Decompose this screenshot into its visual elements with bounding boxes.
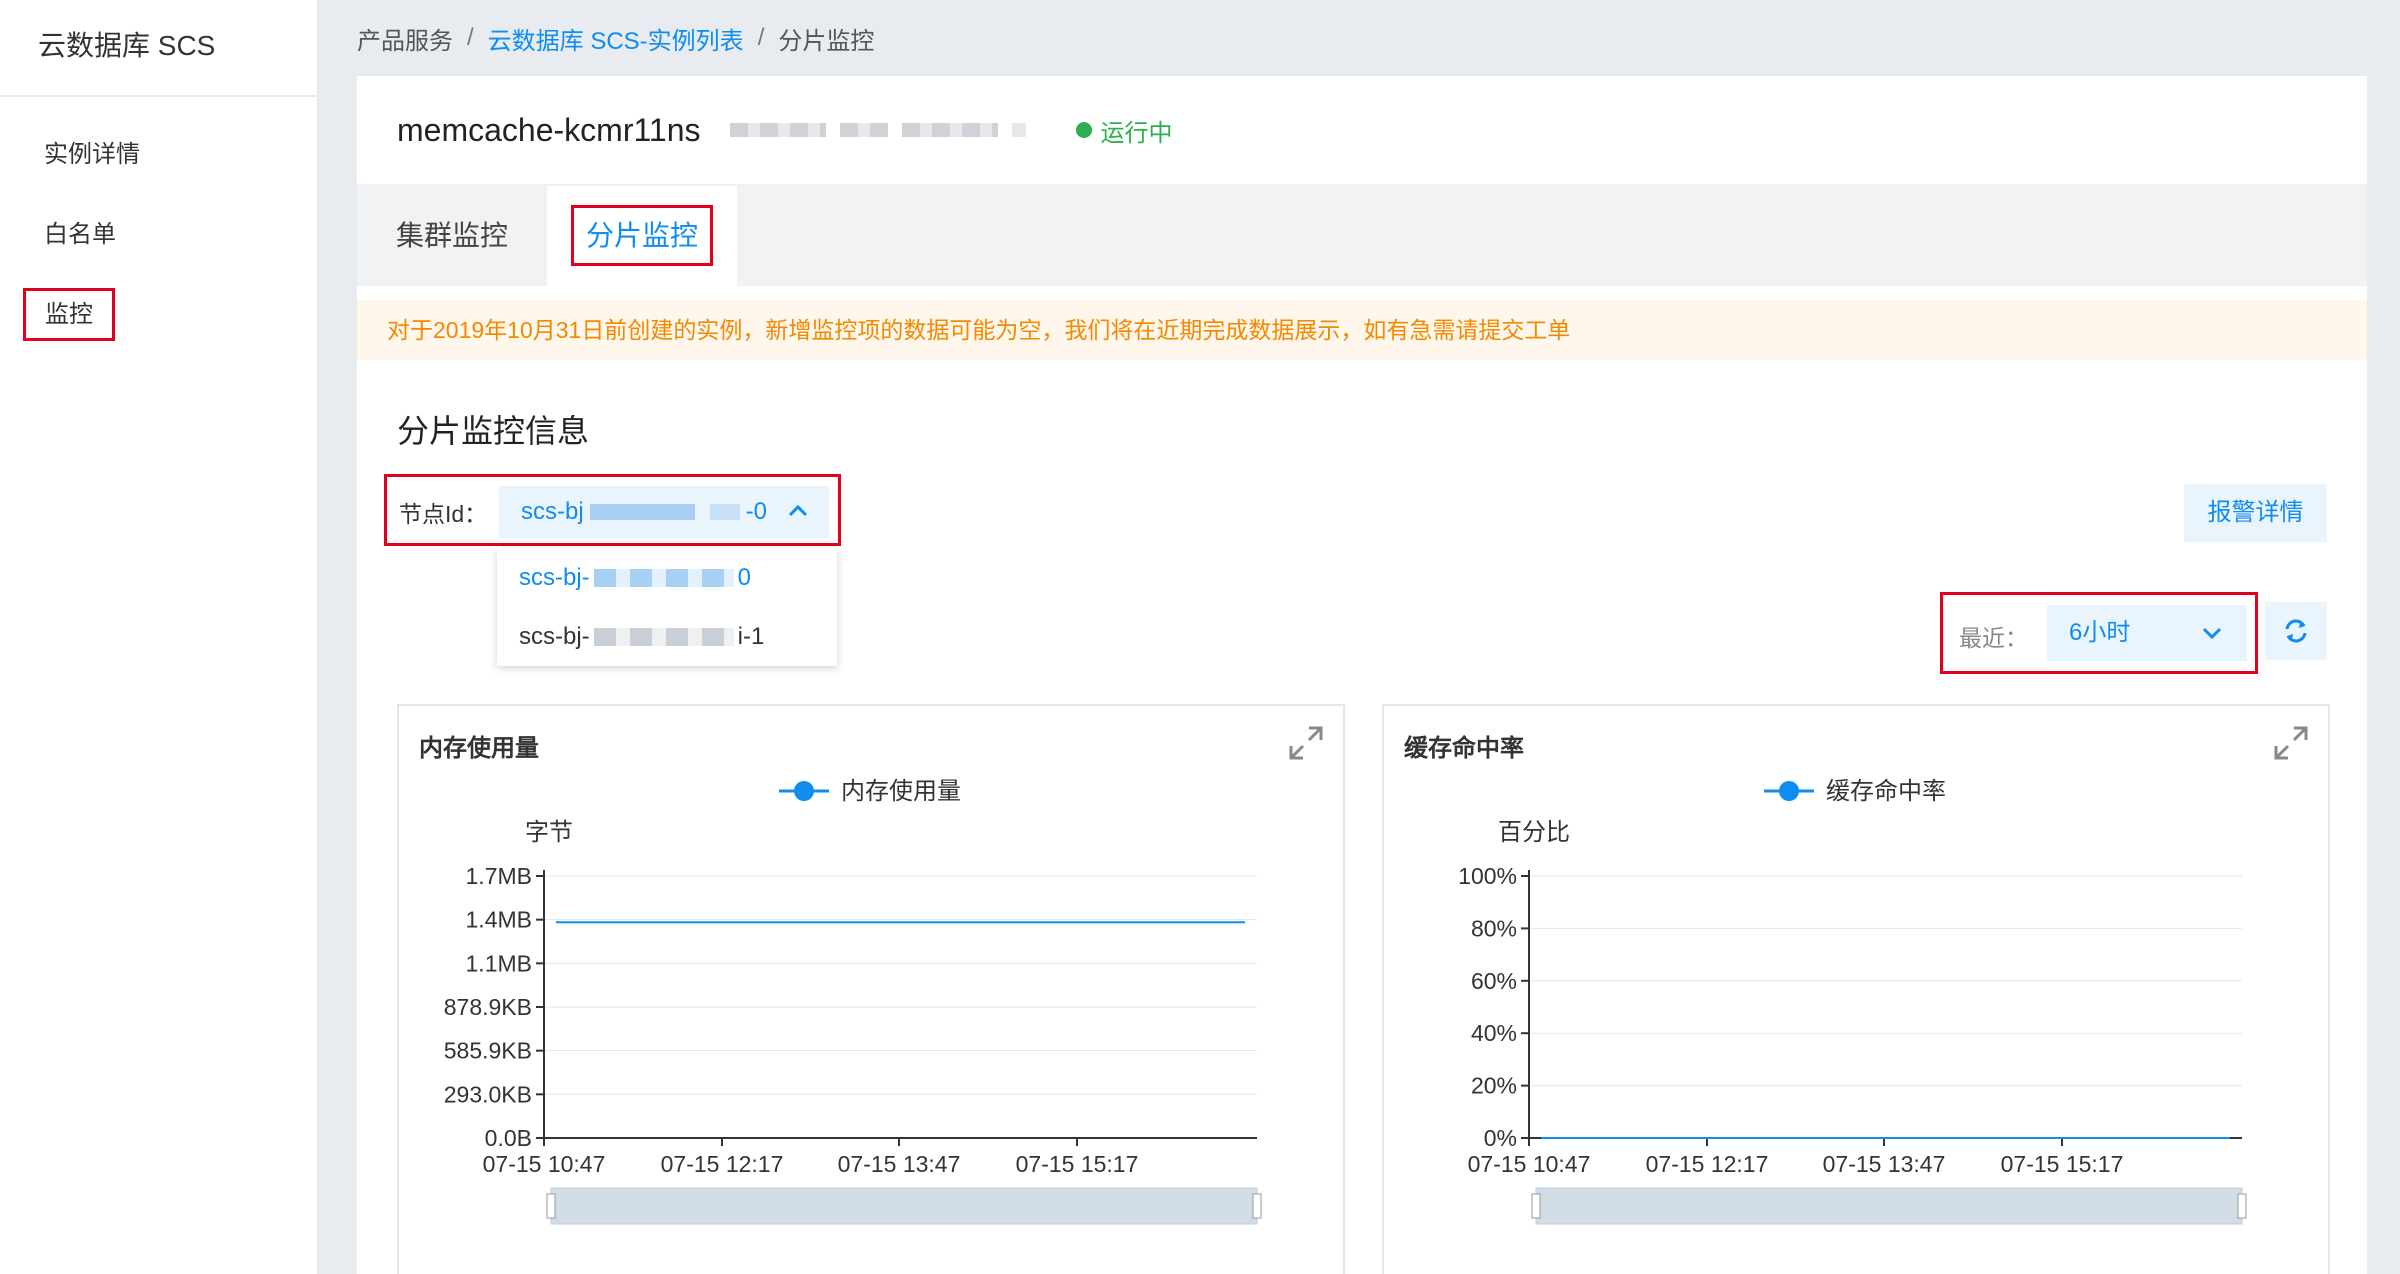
tab-label: 分片监控 bbox=[570, 205, 713, 266]
x-tick-label: 07-15 13:47 bbox=[838, 1151, 961, 1177]
y-tick-label: 0.0B bbox=[485, 1125, 532, 1151]
y-tick-label: 878.9KB bbox=[444, 994, 532, 1020]
sidebar-item-monitor[interactable]: 监控 bbox=[0, 275, 317, 355]
refresh-icon bbox=[2285, 619, 2307, 643]
breadcrumb-link-instance-list[interactable]: 云数据库 SCS-实例列表 bbox=[488, 21, 744, 56]
zoom-slider-selection bbox=[551, 1188, 1257, 1224]
redacted-instance-info bbox=[730, 123, 1027, 137]
breadcrumb-root: 产品服务 bbox=[357, 27, 453, 55]
y-tick-label: 60% bbox=[1471, 968, 1517, 994]
time-range-value: 6小时 bbox=[2069, 619, 2131, 646]
sidebar-item-label: 实例详情 bbox=[44, 141, 140, 168]
node-selector-group: 节点Id： scs-bj -0 bbox=[384, 474, 841, 546]
node-option-0[interactable]: scs-bj- 0 bbox=[497, 548, 837, 607]
breadcrumb-current: 分片监控 bbox=[778, 27, 875, 55]
chart-card-hitrate: 缓存命中率 缓存命中率百分比 0% 20% 40% 60% 80% 100% 07-15 10… bbox=[1382, 704, 2330, 1274]
y-tick-label: 1.1MB bbox=[466, 950, 532, 976]
x-tick-label: 07-15 10:47 bbox=[483, 1151, 606, 1177]
y-tick-label: 293.0KB bbox=[444, 1081, 532, 1107]
zoom-slider-selection bbox=[1536, 1188, 2242, 1224]
y-tick-label: 80% bbox=[1471, 915, 1517, 941]
sidebar-item-label: 监控 bbox=[23, 288, 115, 341]
y-tick-label: 1.7MB bbox=[466, 863, 532, 889]
node-option-suffix: i-1 bbox=[737, 623, 765, 650]
x-tick-label: 07-15 10:47 bbox=[1468, 1151, 1591, 1177]
y-unit-label: 百分比 bbox=[1498, 819, 1570, 846]
redacted-node-id bbox=[593, 627, 734, 646]
sidebar: 云数据库 SCS 实例详情 白名单 监控 bbox=[0, 0, 318, 1274]
notice-banner: 对于2019年10月31日前创建的实例，新增监控项的数据可能为空，我们将在近期完… bbox=[357, 300, 2367, 360]
zoom-handle-right bbox=[2237, 1193, 2247, 1219]
memory-chart: 内存使用量字节 0.0B 293.0KB 585.9KB 878.9KB 1.1MB 1.4… bbox=[444, 778, 1262, 1225]
node-select-prefix: scs-bj bbox=[521, 498, 584, 525]
refresh-button[interactable] bbox=[2265, 602, 2327, 660]
legend-label: 内存使用量 bbox=[841, 778, 961, 805]
tab-cluster-monitor[interactable]: 集群监控 bbox=[357, 186, 547, 286]
time-range-group: 最近： 6小时 bbox=[1940, 592, 2258, 674]
node-option-1[interactable]: scs-bj- i-1 bbox=[497, 607, 837, 666]
breadcrumb: 产品服务 / 云数据库 SCS-实例列表 / 分片监控 bbox=[357, 18, 874, 58]
zoom-handle-left bbox=[546, 1193, 556, 1219]
node-dropdown-menu: scs-bj- 0 scs-bj- i-1 bbox=[497, 548, 837, 666]
y-tick-label: 0% bbox=[1484, 1125, 1517, 1151]
alarm-detail-button[interactable]: 报警详情 bbox=[2184, 484, 2327, 542]
y-tick-label: 20% bbox=[1471, 1073, 1517, 1099]
zoom-handle-right bbox=[1252, 1193, 1262, 1219]
status-badge: 运行中 bbox=[1076, 113, 1172, 148]
tab-bar: 集群监控 分片监控 bbox=[357, 186, 2367, 286]
hitrate-chart: 缓存命中率百分比 0% 20% 40% 60% 80% 100% 07-15 10:47 07-… bbox=[1458, 778, 2247, 1225]
breadcrumb-separator: / bbox=[757, 24, 765, 51]
breadcrumb-separator: / bbox=[467, 24, 474, 51]
y-tick-label: 40% bbox=[1471, 1020, 1517, 1046]
redacted-node-id bbox=[589, 504, 740, 520]
instance-header: memcache-kcmr11ns 运行中 bbox=[357, 76, 2367, 186]
x-tick-label: 07-15 15:17 bbox=[1016, 1151, 1139, 1177]
legend-marker bbox=[794, 781, 814, 801]
sidebar-title: 云数据库 SCS bbox=[0, 0, 317, 97]
node-select-suffix: -0 bbox=[745, 498, 768, 525]
y-tick-label: 1.4MB bbox=[466, 907, 532, 933]
legend-marker bbox=[1779, 781, 1799, 801]
sidebar-item-label: 白名单 bbox=[44, 221, 116, 248]
time-range-label: 最近： bbox=[1959, 625, 2028, 651]
status-text: 运行中 bbox=[1100, 119, 1173, 147]
x-tick-label: 07-15 12:17 bbox=[661, 1151, 784, 1177]
y-unit-label: 字节 bbox=[525, 819, 573, 846]
main-panel: memcache-kcmr11ns 运行中 集群监控 分片监控 对于2019年1… bbox=[357, 76, 2367, 1274]
legend-label: 缓存命中率 bbox=[1826, 778, 1946, 805]
section-title: 分片监控信息 bbox=[397, 413, 590, 449]
node-option-suffix: 0 bbox=[737, 564, 752, 591]
redacted-node-id bbox=[593, 568, 734, 587]
node-option-prefix: scs-bj- bbox=[519, 564, 590, 591]
node-id-select[interactable]: scs-bj -0 bbox=[499, 486, 829, 538]
instance-name: memcache-kcmr11ns bbox=[397, 111, 701, 148]
node-id-label: 节点Id： bbox=[399, 501, 488, 527]
status-dot-icon bbox=[1076, 122, 1093, 138]
x-tick-label: 07-15 13:47 bbox=[1823, 1151, 1946, 1177]
chart-card-memory: 内存使用量 内存使用量字节 0.0B 293.0KB 585.9KB 878.9KB 1.… bbox=[397, 704, 1345, 1274]
tab-shard-monitor[interactable]: 分片监控 bbox=[547, 186, 737, 286]
sidebar-item-whitelist[interactable]: 白名单 bbox=[0, 195, 317, 275]
sidebar-item-instance-detail[interactable]: 实例详情 bbox=[0, 115, 317, 195]
y-tick-label: 585.9KB bbox=[444, 1038, 532, 1064]
chevron-up-icon bbox=[788, 504, 808, 517]
x-tick-label: 07-15 15:17 bbox=[2001, 1151, 2124, 1177]
zoom-handle-left bbox=[1531, 1193, 1541, 1219]
y-tick-label: 100% bbox=[1458, 863, 1517, 889]
node-option-prefix: scs-bj- bbox=[519, 623, 590, 650]
time-range-select[interactable]: 6小时 bbox=[2047, 605, 2247, 661]
x-tick-label: 07-15 12:17 bbox=[1646, 1151, 1769, 1177]
chevron-down-icon bbox=[2202, 627, 2222, 640]
